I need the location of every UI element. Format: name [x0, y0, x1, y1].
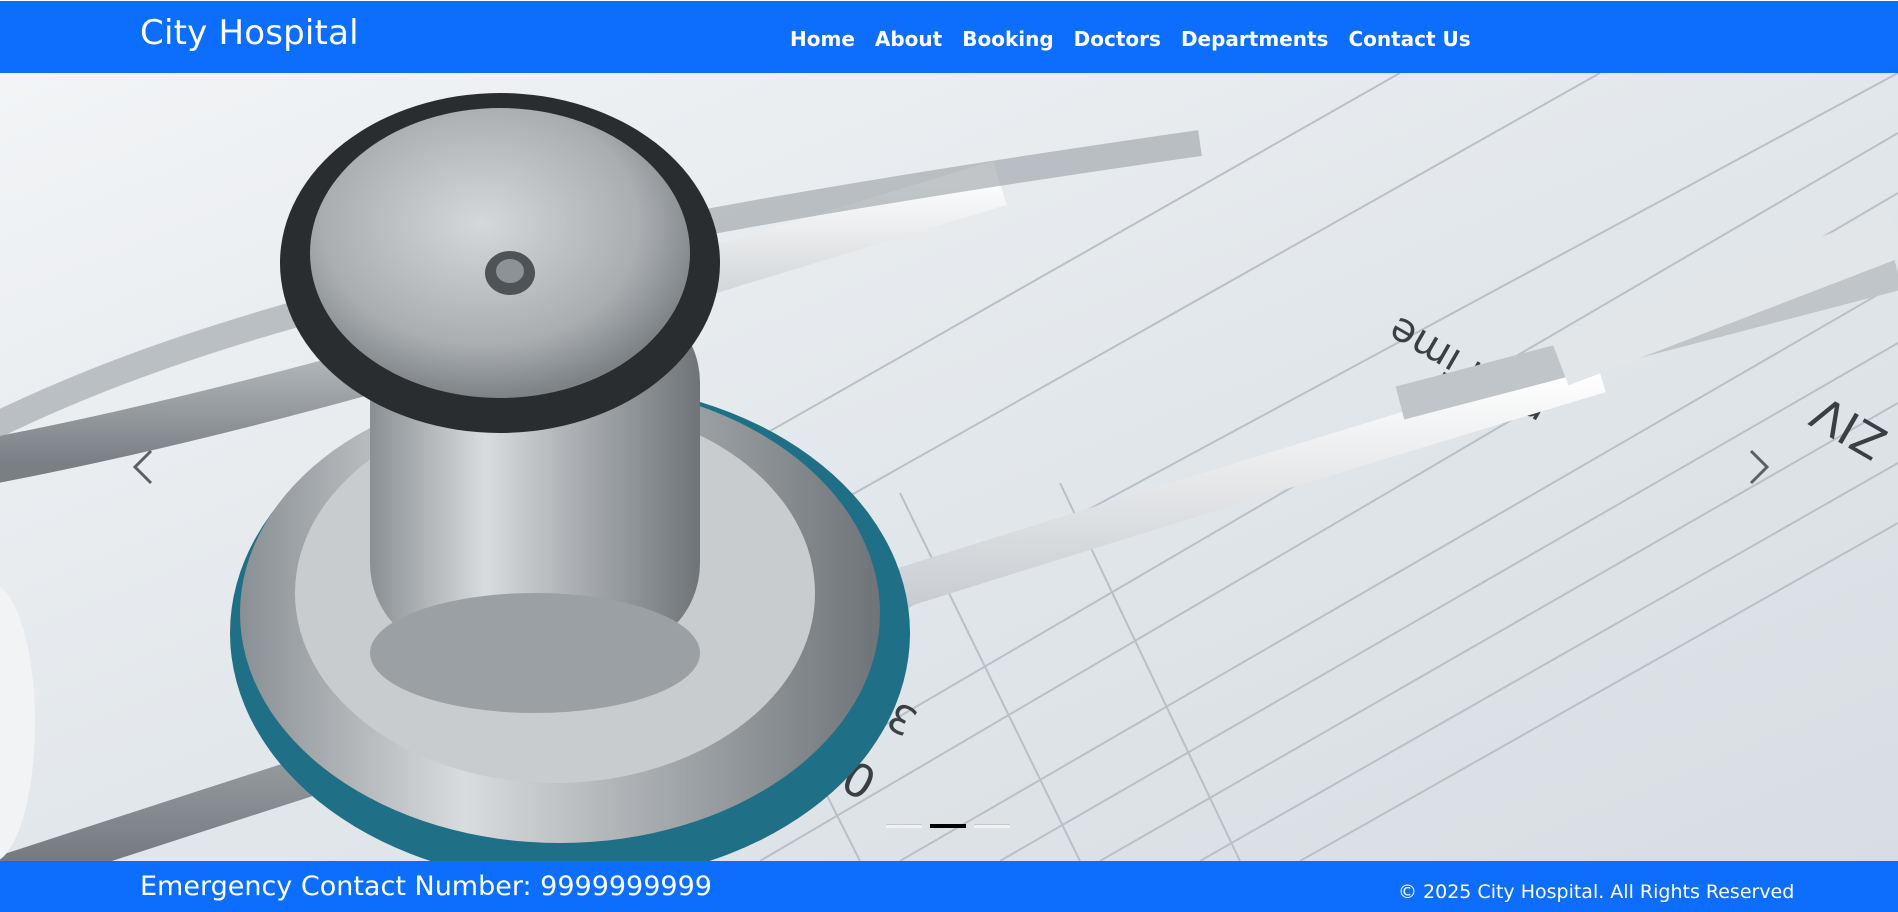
nav-link-doctors[interactable]: Doctors	[1064, 27, 1171, 51]
nav-link-contact-us[interactable]: Contact Us	[1338, 27, 1480, 51]
carousel-indicators	[886, 824, 1010, 828]
carousel-next-button[interactable]	[1688, 73, 1828, 861]
nav-links: Home About Booking Doctors Departments C…	[780, 27, 1481, 51]
nav-link-about[interactable]: About	[865, 27, 952, 51]
carousel-indicator-3[interactable]	[974, 824, 1010, 828]
carousel-prev-button[interactable]	[74, 73, 214, 861]
carousel-indicator-2[interactable]	[930, 824, 966, 828]
chevron-right-icon	[1749, 449, 1770, 485]
hero-carousel: 00: 41 3: me i ime ZIV	[0, 73, 1898, 861]
navbar: City Hospital Home About Booking Doctors…	[0, 0, 1898, 73]
carousel-slide-image: 00: 41 3: me i ime ZIV	[0, 73, 1898, 861]
carousel-indicator-1[interactable]	[886, 824, 922, 828]
copyright-text: © 2025 City Hospital. All Rights Reserve…	[1398, 881, 1795, 903]
nav-link-booking[interactable]: Booking	[952, 27, 1063, 51]
nav-link-departments[interactable]: Departments	[1171, 27, 1339, 51]
emergency-contact-text: Emergency Contact Number: 9999999999	[140, 871, 712, 902]
chevron-left-icon	[132, 449, 153, 485]
footer: Emergency Contact Number: 9999999999 © 2…	[0, 861, 1898, 912]
brand-logo-text[interactable]: City Hospital	[140, 13, 359, 53]
nav-link-home[interactable]: Home	[780, 27, 865, 51]
